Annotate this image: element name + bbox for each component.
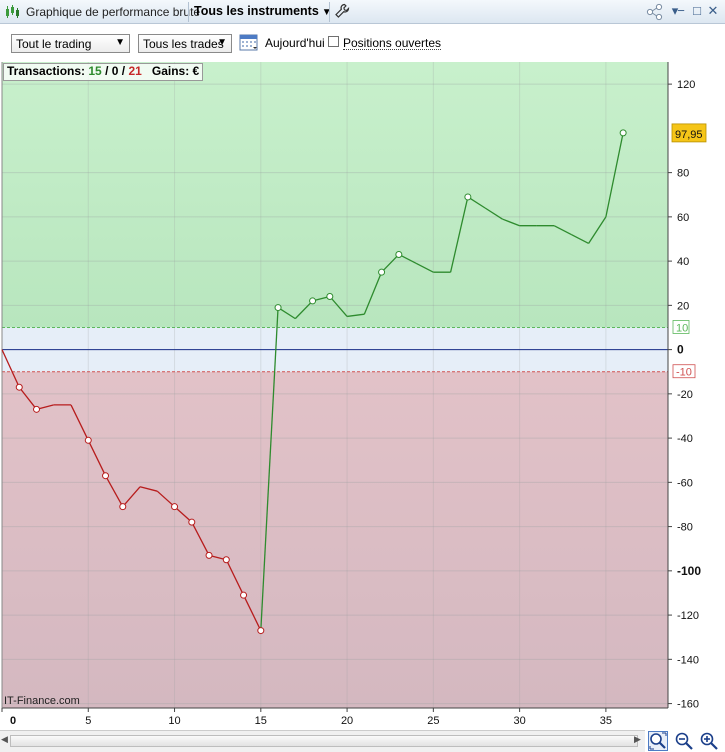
chart-svg[interactable]: 120806040200-20-40-60-80-100-120-140-160…: [0, 62, 725, 730]
x-tick-label: 10: [168, 715, 180, 727]
wins-count: 15: [88, 64, 102, 78]
y-tick-label: -80: [677, 522, 693, 534]
title-separator: [329, 2, 330, 22]
trades-select-value: Tous les trades: [143, 37, 224, 51]
data-point: [257, 627, 265, 635]
zoom-in-icon[interactable]: [699, 731, 719, 751]
data-point: [15, 383, 23, 391]
data-point: [171, 503, 179, 511]
zoom-out-icon[interactable]: [674, 731, 694, 751]
stats-separator: /: [121, 64, 126, 78]
y-tick-label: -120: [677, 610, 699, 622]
y-tick-label: -60: [677, 477, 693, 489]
y-tick-label: 80: [677, 168, 689, 180]
y-tick-label: 0: [677, 343, 684, 357]
data-point: [205, 551, 213, 559]
scroll-left-icon[interactable]: ◀: [1, 734, 8, 745]
data-point: [222, 556, 230, 564]
losses-count: 21: [128, 64, 142, 78]
x-tick-label: 30: [513, 715, 525, 727]
open-positions-checkbox[interactable]: [328, 36, 339, 47]
data-point: [102, 472, 110, 480]
data-point: [309, 297, 317, 305]
loss-zone: [2, 371, 668, 708]
instruments-dropdown[interactable]: Tous les instruments ▼: [194, 4, 332, 18]
data-point: [33, 405, 41, 413]
y-tick-label: -160: [677, 699, 699, 711]
y-tick-label: 120: [677, 79, 695, 91]
scroll-thumb[interactable]: [10, 735, 638, 747]
data-point: [464, 193, 472, 201]
data-point: [188, 518, 196, 526]
title-group: Graphique de performance brute: [4, 4, 200, 20]
calendar-icon[interactable]: [239, 32, 259, 52]
threshold-lower-label: -10: [676, 367, 692, 379]
data-point: [119, 503, 127, 511]
x-tick-label: 5: [85, 715, 91, 727]
threshold-upper-label: 10: [676, 322, 688, 334]
instruments-label: Tous les instruments: [194, 4, 319, 18]
transactions-summary: Transactions: 15 / 0 / 21 Gains: €: [3, 63, 204, 81]
data-point: [619, 129, 627, 137]
close-button[interactable]: ✕: [706, 2, 720, 20]
gains-label: Gains:: [151, 64, 190, 78]
chevron-down-icon: ▼: [217, 37, 227, 48]
y-tick-label: 40: [677, 256, 689, 268]
open-positions-label[interactable]: Positions ouvertes: [343, 37, 442, 50]
restore-button[interactable]: □: [690, 2, 704, 20]
period-select-value: Tout le trading: [16, 37, 92, 51]
horizontal-scrollbar[interactable]: ◀ ▶: [0, 730, 645, 752]
y-tick-label: -20: [677, 389, 693, 401]
performance-chart[interactable]: 120 80 60 40 20 0 -20 -40 -60 -80 -100 -120 -140 -160…: [0, 62, 725, 730]
neutral-count: 0: [111, 64, 119, 78]
last-value-label: 97,95: [675, 129, 703, 141]
x-tick-label: 35: [600, 715, 612, 727]
toolbar: Tout le trading ▼ Tous les trades ▼ Aujo…: [0, 24, 725, 62]
y-tick-label: -40: [677, 433, 693, 445]
chevron-down-icon: ▼: [321, 7, 332, 18]
gains-value: €: [192, 64, 200, 78]
share-icon[interactable]: [646, 3, 664, 21]
data-point: [395, 250, 403, 258]
y-tick-label: 20: [677, 300, 689, 312]
title-separator: [188, 2, 189, 22]
period-select[interactable]: Tout le trading ▼: [11, 34, 130, 53]
window-title: Graphique de performance brute: [26, 5, 201, 19]
watermark: IT-Finance.com: [4, 695, 80, 707]
zoom-fit-icon[interactable]: [648, 731, 668, 751]
data-point: [274, 304, 282, 312]
y-tick-label: -140: [677, 654, 699, 666]
today-label[interactable]: Aujourd'hui: [265, 36, 325, 50]
scroll-right-icon[interactable]: ▶: [634, 734, 641, 745]
gain-zone: [2, 62, 668, 328]
x-tick-label: 0: [10, 715, 16, 727]
stats-separator: /: [105, 64, 109, 78]
data-point: [326, 293, 334, 301]
data-point: [378, 268, 386, 276]
data-point: [84, 436, 92, 444]
x-tick-label: 20: [341, 715, 353, 727]
title-bar: Graphique de performance brute Tous les …: [0, 0, 725, 24]
x-tick-label: 15: [255, 715, 267, 727]
x-tick-label: 25: [427, 715, 439, 727]
trades-select[interactable]: Tous les trades ▼: [138, 34, 232, 53]
chevron-down-icon: ▼: [115, 37, 125, 48]
data-point: [240, 591, 248, 599]
minimize-button[interactable]: −: [674, 2, 688, 20]
wrench-icon[interactable]: [334, 3, 350, 19]
candlestick-chart-icon: [6, 5, 19, 18]
transactions-label: Transactions:: [7, 64, 86, 78]
y-tick-label: -100: [677, 564, 701, 578]
y-tick-label: 60: [677, 212, 689, 224]
